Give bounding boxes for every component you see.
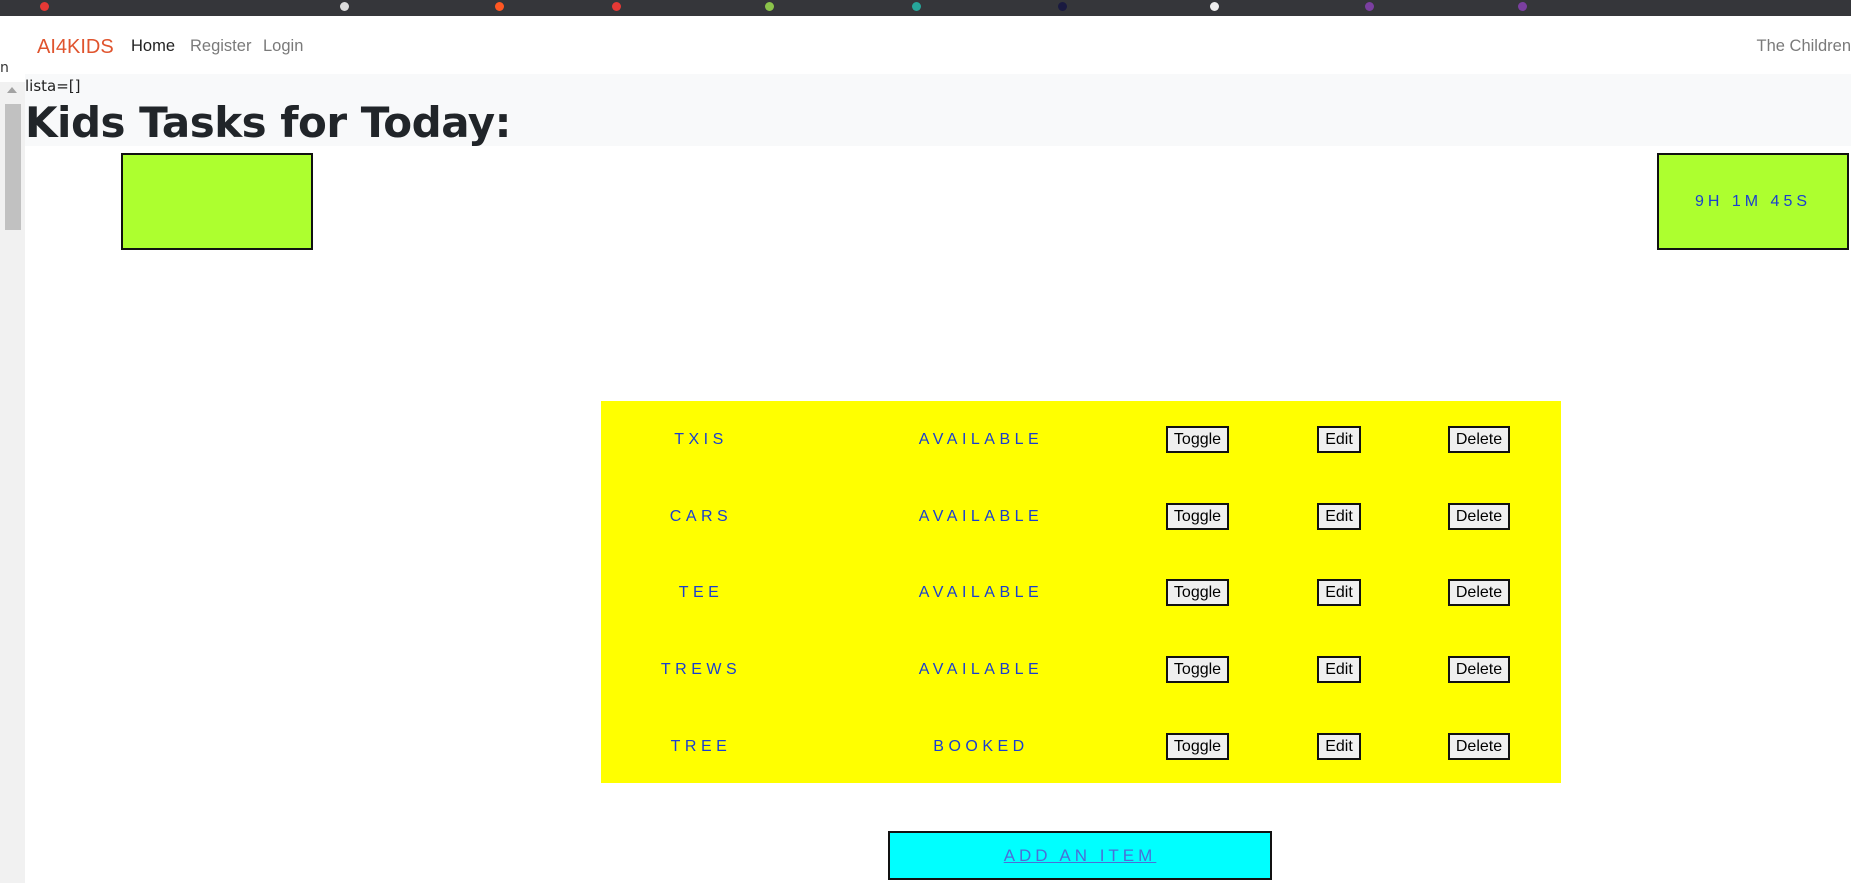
cropped-glyph: n <box>0 60 9 76</box>
tab-favicon-icon <box>912 2 921 11</box>
nav-link-home[interactable]: Home <box>131 37 175 56</box>
task-row: CARS AVAILABLE Toggle Edit Delete <box>601 478 1561 555</box>
task-name: TEE <box>678 584 724 601</box>
left-green-box <box>121 153 313 250</box>
countdown-timer: 9H 1M 45S <box>1657 153 1849 250</box>
scrollbar-thumb[interactable] <box>5 104 21 230</box>
edit-button[interactable]: Edit <box>1317 579 1361 606</box>
navbar-right-text: The Children <box>1756 37 1851 55</box>
top-navbar: AI4KIDS Home Register Login The Children <box>25 16 1851 74</box>
task-row: TREE BOOKED Toggle Edit Delete <box>601 708 1561 785</box>
toggle-button[interactable]: Toggle <box>1166 503 1229 530</box>
tab-favicon-icon <box>40 2 49 11</box>
delete-button[interactable]: Delete <box>1448 579 1510 606</box>
browser-tab-strip <box>0 0 1851 16</box>
tab-favicon-icon <box>1518 2 1527 11</box>
tab-favicon-icon <box>765 2 774 11</box>
tab-favicon-icon <box>495 2 504 11</box>
edit-button[interactable]: Edit <box>1317 503 1361 530</box>
delete-button[interactable]: Delete <box>1448 503 1510 530</box>
task-name: TREWS <box>660 661 742 678</box>
task-list-panel: TXIS AVAILABLE Toggle Edit Delete CARS A… <box>601 401 1561 783</box>
edit-button[interactable]: Edit <box>1317 733 1361 760</box>
tab-favicon-icon <box>340 2 349 11</box>
tab-favicon-icon <box>1058 2 1067 11</box>
edit-button[interactable]: Edit <box>1317 426 1361 453</box>
task-status: AVAILABLE <box>918 661 1044 678</box>
debug-output: lista=[] <box>25 77 81 95</box>
nav-link-login[interactable]: Login <box>263 37 303 56</box>
task-name: TREE <box>670 738 732 755</box>
toggle-button[interactable]: Toggle <box>1166 656 1229 683</box>
delete-button[interactable]: Delete <box>1448 426 1510 453</box>
tab-favicon-icon <box>1365 2 1374 11</box>
tab-favicon-icon <box>1210 2 1219 11</box>
task-status: BOOKED <box>933 738 1029 755</box>
toggle-button[interactable]: Toggle <box>1166 426 1229 453</box>
task-status: AVAILABLE <box>918 431 1044 448</box>
task-status: AVAILABLE <box>918 584 1044 601</box>
task-name: CARS <box>669 508 733 525</box>
vertical-scrollbar[interactable] <box>0 82 25 883</box>
nav-link-register[interactable]: Register <box>190 37 251 56</box>
brand-logo-link[interactable]: AI4KIDS <box>37 36 114 59</box>
scroll-up-arrow-icon[interactable] <box>7 87 17 93</box>
page-title: Kids Tasks for Today: <box>25 98 511 147</box>
task-row: TEE AVAILABLE Toggle Edit Delete <box>601 554 1561 631</box>
tab-favicon-icon <box>612 2 621 11</box>
task-name: TXIS <box>674 431 728 448</box>
delete-button[interactable]: Delete <box>1448 733 1510 760</box>
toggle-button[interactable]: Toggle <box>1166 733 1229 760</box>
delete-button[interactable]: Delete <box>1448 656 1510 683</box>
task-row: TREWS AVAILABLE Toggle Edit Delete <box>601 631 1561 708</box>
add-item-button[interactable]: ADD AN ITEM <box>888 831 1272 880</box>
edit-button[interactable]: Edit <box>1317 656 1361 683</box>
task-status: AVAILABLE <box>918 508 1044 525</box>
toggle-button[interactable]: Toggle <box>1166 579 1229 606</box>
task-row: TXIS AVAILABLE Toggle Edit Delete <box>601 401 1561 478</box>
